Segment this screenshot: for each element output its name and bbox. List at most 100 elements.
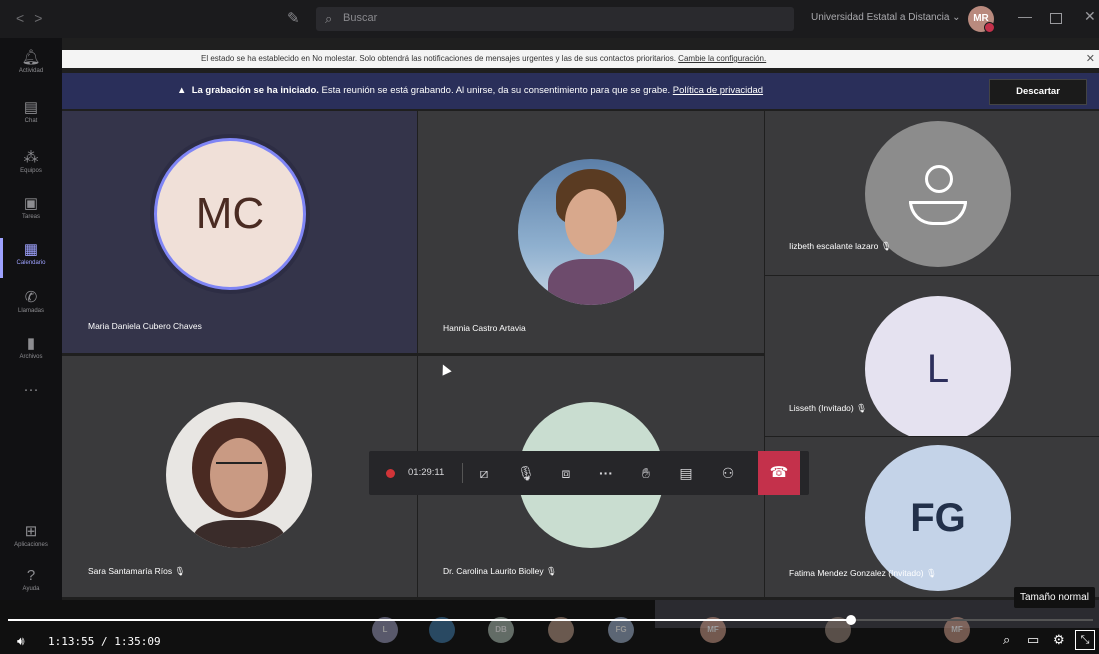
files-icon: ▮ [26, 335, 36, 352]
avatar-initials: MC [195, 189, 265, 238]
mic-muted-icon[interactable]: 🎙︎ [511, 451, 541, 495]
help-icon: ? [26, 567, 36, 584]
rail-item-equipos[interactable]: ⁂ Equipos [0, 142, 62, 190]
participant-tile[interactable]: Sara Santamaría Ríos 🎙︎ [62, 356, 417, 597]
participant-tile[interactable]: L Lisseth (Invitado) 🎙︎ [765, 276, 1099, 436]
new-chat-icon[interactable]: ✎ [287, 9, 305, 27]
muted-mic-icon: 🎙︎ [856, 403, 867, 413]
rail-label: Actividad [18, 68, 44, 74]
participant-tile[interactable]: Iizbeth escalante lazaro 🎙︎ [765, 111, 1099, 275]
recording-dot-icon [386, 469, 395, 478]
privacy-link[interactable]: Política de privacidad [673, 85, 763, 96]
participant-name: Maria Daniela Cubero Chaves [88, 321, 202, 331]
participant-name-text: Lisseth (Invitado) [789, 403, 854, 413]
back-arrow-icon[interactable]: < [16, 10, 34, 26]
rail-label: Aplicaciones [14, 542, 48, 548]
playback-time: 1:13:55 / 1:35:09 [48, 635, 161, 648]
close-icon[interactable]: ✕ [1084, 8, 1096, 25]
rail-label: Archivos [19, 354, 43, 360]
notice-text: El estado se ha establecido en No molest… [201, 54, 676, 63]
participant-name: Sara Santamaría Ríos 🎙︎ [88, 566, 185, 577]
share-screen-icon[interactable]: ⧈ [551, 451, 581, 495]
participant-name: Fatima Mendez Gonzalez (Invitado) 🎙︎ [789, 568, 937, 579]
default-view-button[interactable]: ⤡ [1075, 630, 1095, 650]
phone-icon: ✆ [24, 289, 38, 306]
participant-tile[interactable]: Hannia Castro Artavia [418, 111, 764, 353]
search-icon[interactable]: ⌕ [1003, 632, 1010, 648]
participant-name: Iizbeth escalante lazaro 🎙︎ [789, 241, 891, 252]
seek-bar[interactable] [8, 615, 1093, 625]
more-actions-icon[interactable]: ··· [591, 451, 621, 495]
participant-photo [518, 159, 664, 305]
expand-icon: ⤡ [1080, 634, 1090, 646]
maximize-icon[interactable] [1050, 13, 1062, 24]
show-participants-icon[interactable]: ⚇ [713, 451, 743, 495]
rail-label: Chat [24, 118, 38, 124]
title-bar: <> ✎ ⌕ Buscar Universidad Estatal a Dist… [0, 0, 1099, 38]
meeting-controls: 01:29:11 ⧄ 🎙︎ ⧈ ··· ✋︎ ▤ ⚇ ☎︎ [369, 451, 809, 495]
teams-window: <> ✎ ⌕ Buscar Universidad Estatal a Dist… [0, 0, 1099, 600]
rail-item-chat[interactable]: ▤ Chat [0, 92, 62, 140]
muted-mic-icon: 🎙︎ [546, 566, 557, 576]
recording-message: Esta reunión se está grabando. Al unirse… [318, 85, 671, 96]
captions-icon[interactable]: ▭ [1027, 632, 1039, 648]
muted-mic-icon: 🎙︎ [174, 566, 186, 576]
rail-item-actividad[interactable]: 🔔︎ Actividad [0, 42, 62, 90]
participant-name-text: Iizbeth escalante lazaro [789, 241, 879, 251]
rail-item-archivos[interactable]: ▮ Archivos [0, 328, 62, 376]
more-icon: ··· [23, 381, 39, 398]
bell-icon: 🔔︎ [21, 49, 41, 66]
participant-name: Dr. Carolina Laurito Biolley 🎙︎ [443, 566, 557, 577]
participant-name: Hannia Castro Artavia [443, 323, 526, 333]
warning-icon: ▲ [177, 85, 187, 96]
apps-icon: ⊞ [24, 523, 38, 540]
discard-button[interactable]: Descartar [989, 79, 1087, 105]
recording-title: La grabación se ha iniciado. [191, 85, 319, 96]
participant-tile[interactable]: MC Maria Daniela Cubero Chaves [62, 111, 417, 353]
avatar-initials: L [926, 347, 950, 391]
search-placeholder: Buscar [343, 12, 378, 24]
history-nav[interactable]: <> [16, 10, 52, 26]
chat-icon: ▤ [23, 99, 39, 116]
participant-photo [166, 402, 312, 548]
meeting-timer: 01:29:11 [408, 467, 445, 478]
tooltip: Tamaño normal [1014, 587, 1095, 608]
presence-dnd-icon [984, 22, 995, 33]
close-notice-icon[interactable]: ✕ [1086, 52, 1095, 65]
recording-text: ▲ La grabación se ha iniciado. Esta reun… [177, 85, 763, 96]
seek-handle[interactable] [845, 615, 856, 625]
rail-item-apps[interactable]: ⊞ Aplicaciones [0, 516, 62, 564]
profile-avatar[interactable]: MR [968, 6, 995, 33]
rail-label: Ayuda [22, 586, 40, 592]
assignments-icon: ▣ [23, 195, 39, 212]
seek-bar-played [8, 619, 851, 621]
calendar-icon: ▦ [23, 241, 39, 258]
participant-name-text: Dr. Carolina Laurito Biolley [443, 566, 544, 576]
rail-item-calendario[interactable]: ▦ Calendario [0, 234, 62, 282]
recording-banner: ▲ La grabación se ha iniciado. Esta reun… [62, 73, 1099, 109]
rail-label: Tareas [21, 214, 40, 220]
dnd-notice-text: El estado se ha establecido en No molest… [201, 54, 766, 63]
settings-gear-icon[interactable]: ⚙ [1053, 632, 1065, 648]
rail-item-tareas[interactable]: ▣ Tareas [0, 188, 62, 236]
participant-name-text: Fatima Mendez Gonzalez (Invitado) [789, 568, 924, 578]
search-input[interactable]: ⌕ Buscar [316, 7, 794, 31]
show-conversation-icon[interactable]: ▤ [671, 451, 701, 495]
rail-item-more[interactable]: ··· [0, 374, 62, 422]
change-settings-link[interactable]: Cambie la configuración. [678, 54, 766, 63]
rail-item-llamadas[interactable]: ✆ Llamadas [0, 282, 62, 330]
hang-up-button[interactable]: ☎︎ [758, 451, 800, 495]
forward-arrow-icon[interactable]: > [34, 10, 52, 26]
participant-name-text: Sara Santamaría Ríos [88, 566, 173, 576]
volume-icon[interactable]: 🔊︎ [17, 634, 25, 649]
camera-off-icon[interactable]: ⧄ [469, 451, 499, 495]
rail-label: Llamadas [17, 308, 44, 314]
org-switcher[interactable]: Universidad Estatal a Distancia ⌄ [811, 12, 961, 23]
dnd-notice: El estado se ha establecido en No molest… [62, 50, 1099, 68]
rail-label: Equipos [20, 168, 42, 174]
muted-mic-icon: 🎙︎ [926, 568, 937, 578]
participant-tile[interactable]: FG Fatima Mendez Gonzalez (Invitado) 🎙︎ [765, 437, 1099, 597]
app-rail: 🔔︎ Actividad ▤ Chat ⁂ Equipos ▣ Tareas ▦ Cale… [0, 38, 62, 600]
minimize-icon[interactable]: — [1018, 8, 1032, 24]
raise-hand-icon[interactable]: ✋︎ [631, 451, 661, 495]
